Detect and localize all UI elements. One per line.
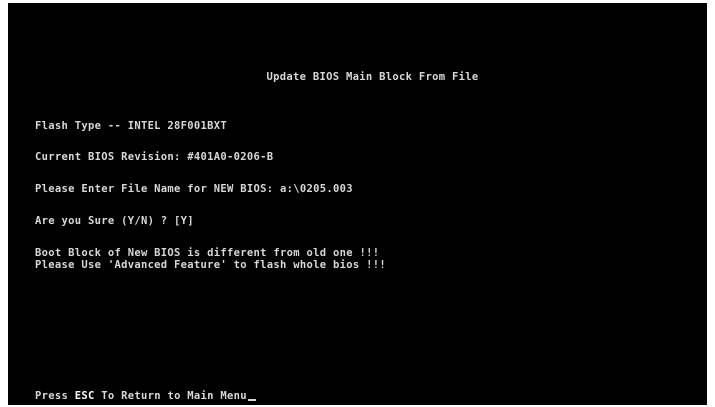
esc-key-label[interactable]: ESC xyxy=(75,390,95,402)
footer-suffix: To Return to Main Menu xyxy=(94,390,247,402)
warning-line-advanced-feature: Please Use 'Advanced Feature' to flash w… xyxy=(35,259,386,271)
text-cursor xyxy=(247,399,256,401)
warning-line-boot-block: Boot Block of New BIOS is different from… xyxy=(35,247,380,259)
flash-type-line: Flash Type -- INTEL 28F001BXT xyxy=(35,120,228,132)
footer-prefix: Press xyxy=(35,390,75,402)
current-bios-revision-line: Current BIOS Revision: #401A0-0206-B xyxy=(35,151,274,163)
page: Update BIOS Main Block From File Flash T… xyxy=(0,0,715,407)
file-name-prompt[interactable]: Please Enter File Name for NEW BIOS: a:\… xyxy=(35,183,353,195)
footer-hint: Press ESC To Return to Main Menu xyxy=(35,390,256,402)
bios-screen: Update BIOS Main Block From File Flash T… xyxy=(8,3,707,405)
confirm-prompt[interactable]: Are you Sure (Y/N) ? [Y] xyxy=(35,215,194,227)
screen-title: Update BIOS Main Block From File xyxy=(266,71,479,83)
